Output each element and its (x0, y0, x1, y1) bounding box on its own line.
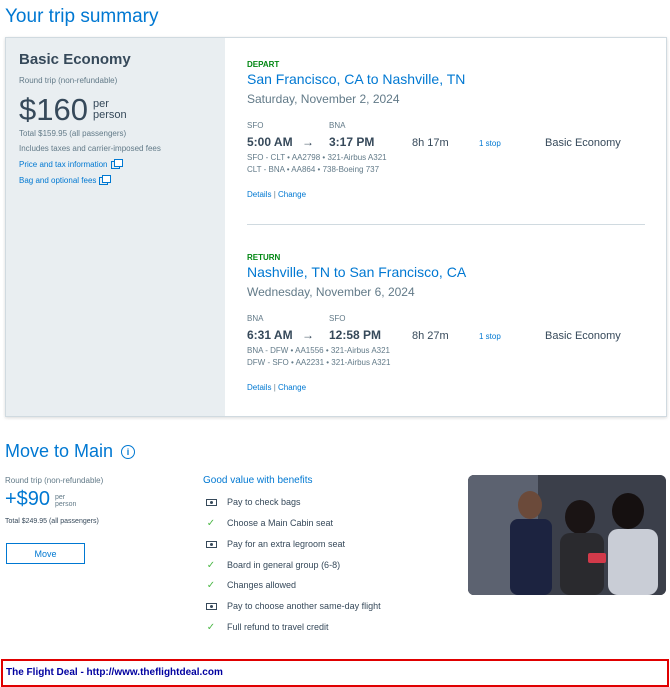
return-arr-time: 12:58 PM (329, 328, 382, 342)
check-icon-shape: ✓ (206, 622, 216, 633)
check-icon: ✓ (203, 622, 219, 633)
price-tax-link-label: Price and tax information (19, 160, 108, 169)
depart-flight-2: CLT - BNA • AA864 • 738-Boeing 737 (247, 165, 380, 174)
money-icon (203, 539, 219, 549)
external-link-icon (110, 158, 123, 169)
depart-stops-link[interactable]: 1 stop (479, 139, 501, 148)
fare-trip-type: Round trip (non-refundable) (19, 76, 118, 85)
return-date: Wednesday, November 6, 2024 (247, 285, 415, 299)
money-icon-shape (205, 603, 217, 611)
depart-label: DEPART (247, 60, 280, 69)
depart-date: Saturday, November 2, 2024 (247, 92, 400, 106)
separator: | (273, 383, 276, 392)
benefits-title: Good value with benefits (203, 475, 313, 486)
benefit-text: Changes allowed (227, 580, 297, 590)
check-icon-shape: ✓ (206, 518, 216, 529)
fare-per-person: per person (93, 99, 127, 121)
return-change-link[interactable]: Change (278, 383, 306, 392)
benefit-text: Pay for an extra legroom seat (227, 539, 346, 549)
fare-name: Basic Economy (19, 51, 131, 68)
return-label: RETURN (247, 253, 281, 262)
money-icon-shape (205, 541, 217, 549)
person-label: person (55, 501, 77, 508)
return-details-link[interactable]: Details (247, 383, 271, 392)
return-route: Nashville, TN to San Francisco, CA (247, 264, 467, 280)
benefit-item: Pay to choose another same-day flight (203, 601, 381, 611)
check-icon-shape: ✓ (206, 560, 216, 571)
depart-dep-time: 5:00 AM (247, 135, 293, 149)
depart-route: San Francisco, CA to Nashville, TN (247, 71, 466, 87)
return-dep-time: 6:31 AM (247, 328, 293, 342)
depart-arr-time: 3:17 PM (329, 135, 375, 149)
benefit-text: Pay to check bags (227, 497, 301, 507)
upsell-per-person: per person (55, 494, 76, 508)
benefit-text: Full refund to travel credit (227, 622, 329, 632)
page-title: Your trip summary (5, 6, 159, 27)
check-icon: ✓ (203, 518, 219, 529)
footer-link[interactable]: The Flight Deal - http://www.theflightde… (6, 667, 223, 678)
depart-duration: 8h 17m (412, 137, 449, 149)
per-label: per (55, 494, 66, 501)
bag-fees-link-label: Bag and optional fees (19, 176, 97, 185)
depart-from-code: SFO (247, 121, 264, 130)
money-icon (203, 601, 219, 611)
move-button[interactable]: Move (6, 543, 85, 564)
money-icon-shape (205, 499, 217, 507)
check-icon-shape: ✓ (206, 580, 216, 591)
return-stops-link[interactable]: 1 stop (479, 332, 501, 341)
check-icon: ✓ (203, 560, 219, 571)
passengers-photo (468, 475, 666, 595)
depart-actions: Details | Change (247, 190, 306, 199)
external-link-icon (99, 174, 112, 185)
benefit-text: Choose a Main Cabin seat (227, 518, 334, 528)
benefit-item: ✓ Full refund to travel credit (203, 622, 329, 633)
benefit-item: Pay for an extra legroom seat (203, 539, 345, 549)
return-duration: 8h 27m (412, 330, 449, 342)
money-icon (203, 497, 219, 507)
depart-change-link[interactable]: Change (278, 190, 306, 199)
info-icon[interactable]: i (121, 445, 136, 460)
benefit-text: Board in general group (6-8) (227, 560, 341, 570)
separator: | (273, 190, 276, 199)
return-from-code: BNA (247, 314, 264, 323)
upsell-title: Move to Main i (5, 441, 136, 462)
person-label: person (93, 109, 127, 121)
fare-price: $160 (19, 92, 88, 127)
return-flight-1: BNA - DFW • AA1556 • 321-Airbus A321 (247, 346, 391, 355)
fare-includes: Includes taxes and carrier-imposed fees (19, 144, 161, 153)
return-to-code: SFO (329, 314, 346, 323)
upsell-trip-type: Round trip (non-refundable) (5, 476, 104, 485)
return-flight-2: DFW - SFO • AA2231 • 321-Airbus A321 (247, 358, 391, 367)
benefit-item: ✓ Changes allowed (203, 580, 296, 591)
depart-to-code: BNA (329, 121, 346, 130)
benefit-item: Pay to check bags (203, 497, 301, 507)
bag-fees-link[interactable]: Bag and optional fees (19, 174, 112, 185)
trip-summary-card: Basic Economy Round trip (non-refundable… (5, 37, 667, 417)
return-actions: Details | Change (247, 383, 306, 392)
depart-details-link[interactable]: Details (247, 190, 271, 199)
segment-divider (247, 224, 645, 225)
fare-total: Total $159.95 (all passengers) (19, 129, 127, 138)
upsell-price: +$90 (5, 488, 51, 510)
arrow-right-icon: → (302, 135, 314, 149)
check-icon: ✓ (203, 580, 219, 591)
passengers-photo-graphic (468, 475, 666, 595)
upsell-total: Total $249.95 (all passengers) (5, 518, 99, 525)
fare-panel: Basic Economy Round trip (non-refundable… (6, 38, 225, 416)
arrow-right-icon: → (302, 328, 314, 342)
benefit-text: Pay to choose another same-day flight (227, 601, 381, 611)
depart-cabin: Basic Economy (545, 137, 621, 149)
upsell-title-text: Move to Main (5, 441, 114, 461)
return-cabin: Basic Economy (545, 330, 621, 342)
depart-flight-1: SFO - CLT • AA2798 • 321-Airbus A321 (247, 153, 387, 162)
benefit-item: ✓ Board in general group (6-8) (203, 560, 340, 571)
benefit-item: ✓ Choose a Main Cabin seat (203, 518, 333, 529)
footer-banner: The Flight Deal - http://www.theflightde… (1, 659, 669, 687)
price-tax-link[interactable]: Price and tax information (19, 158, 123, 169)
